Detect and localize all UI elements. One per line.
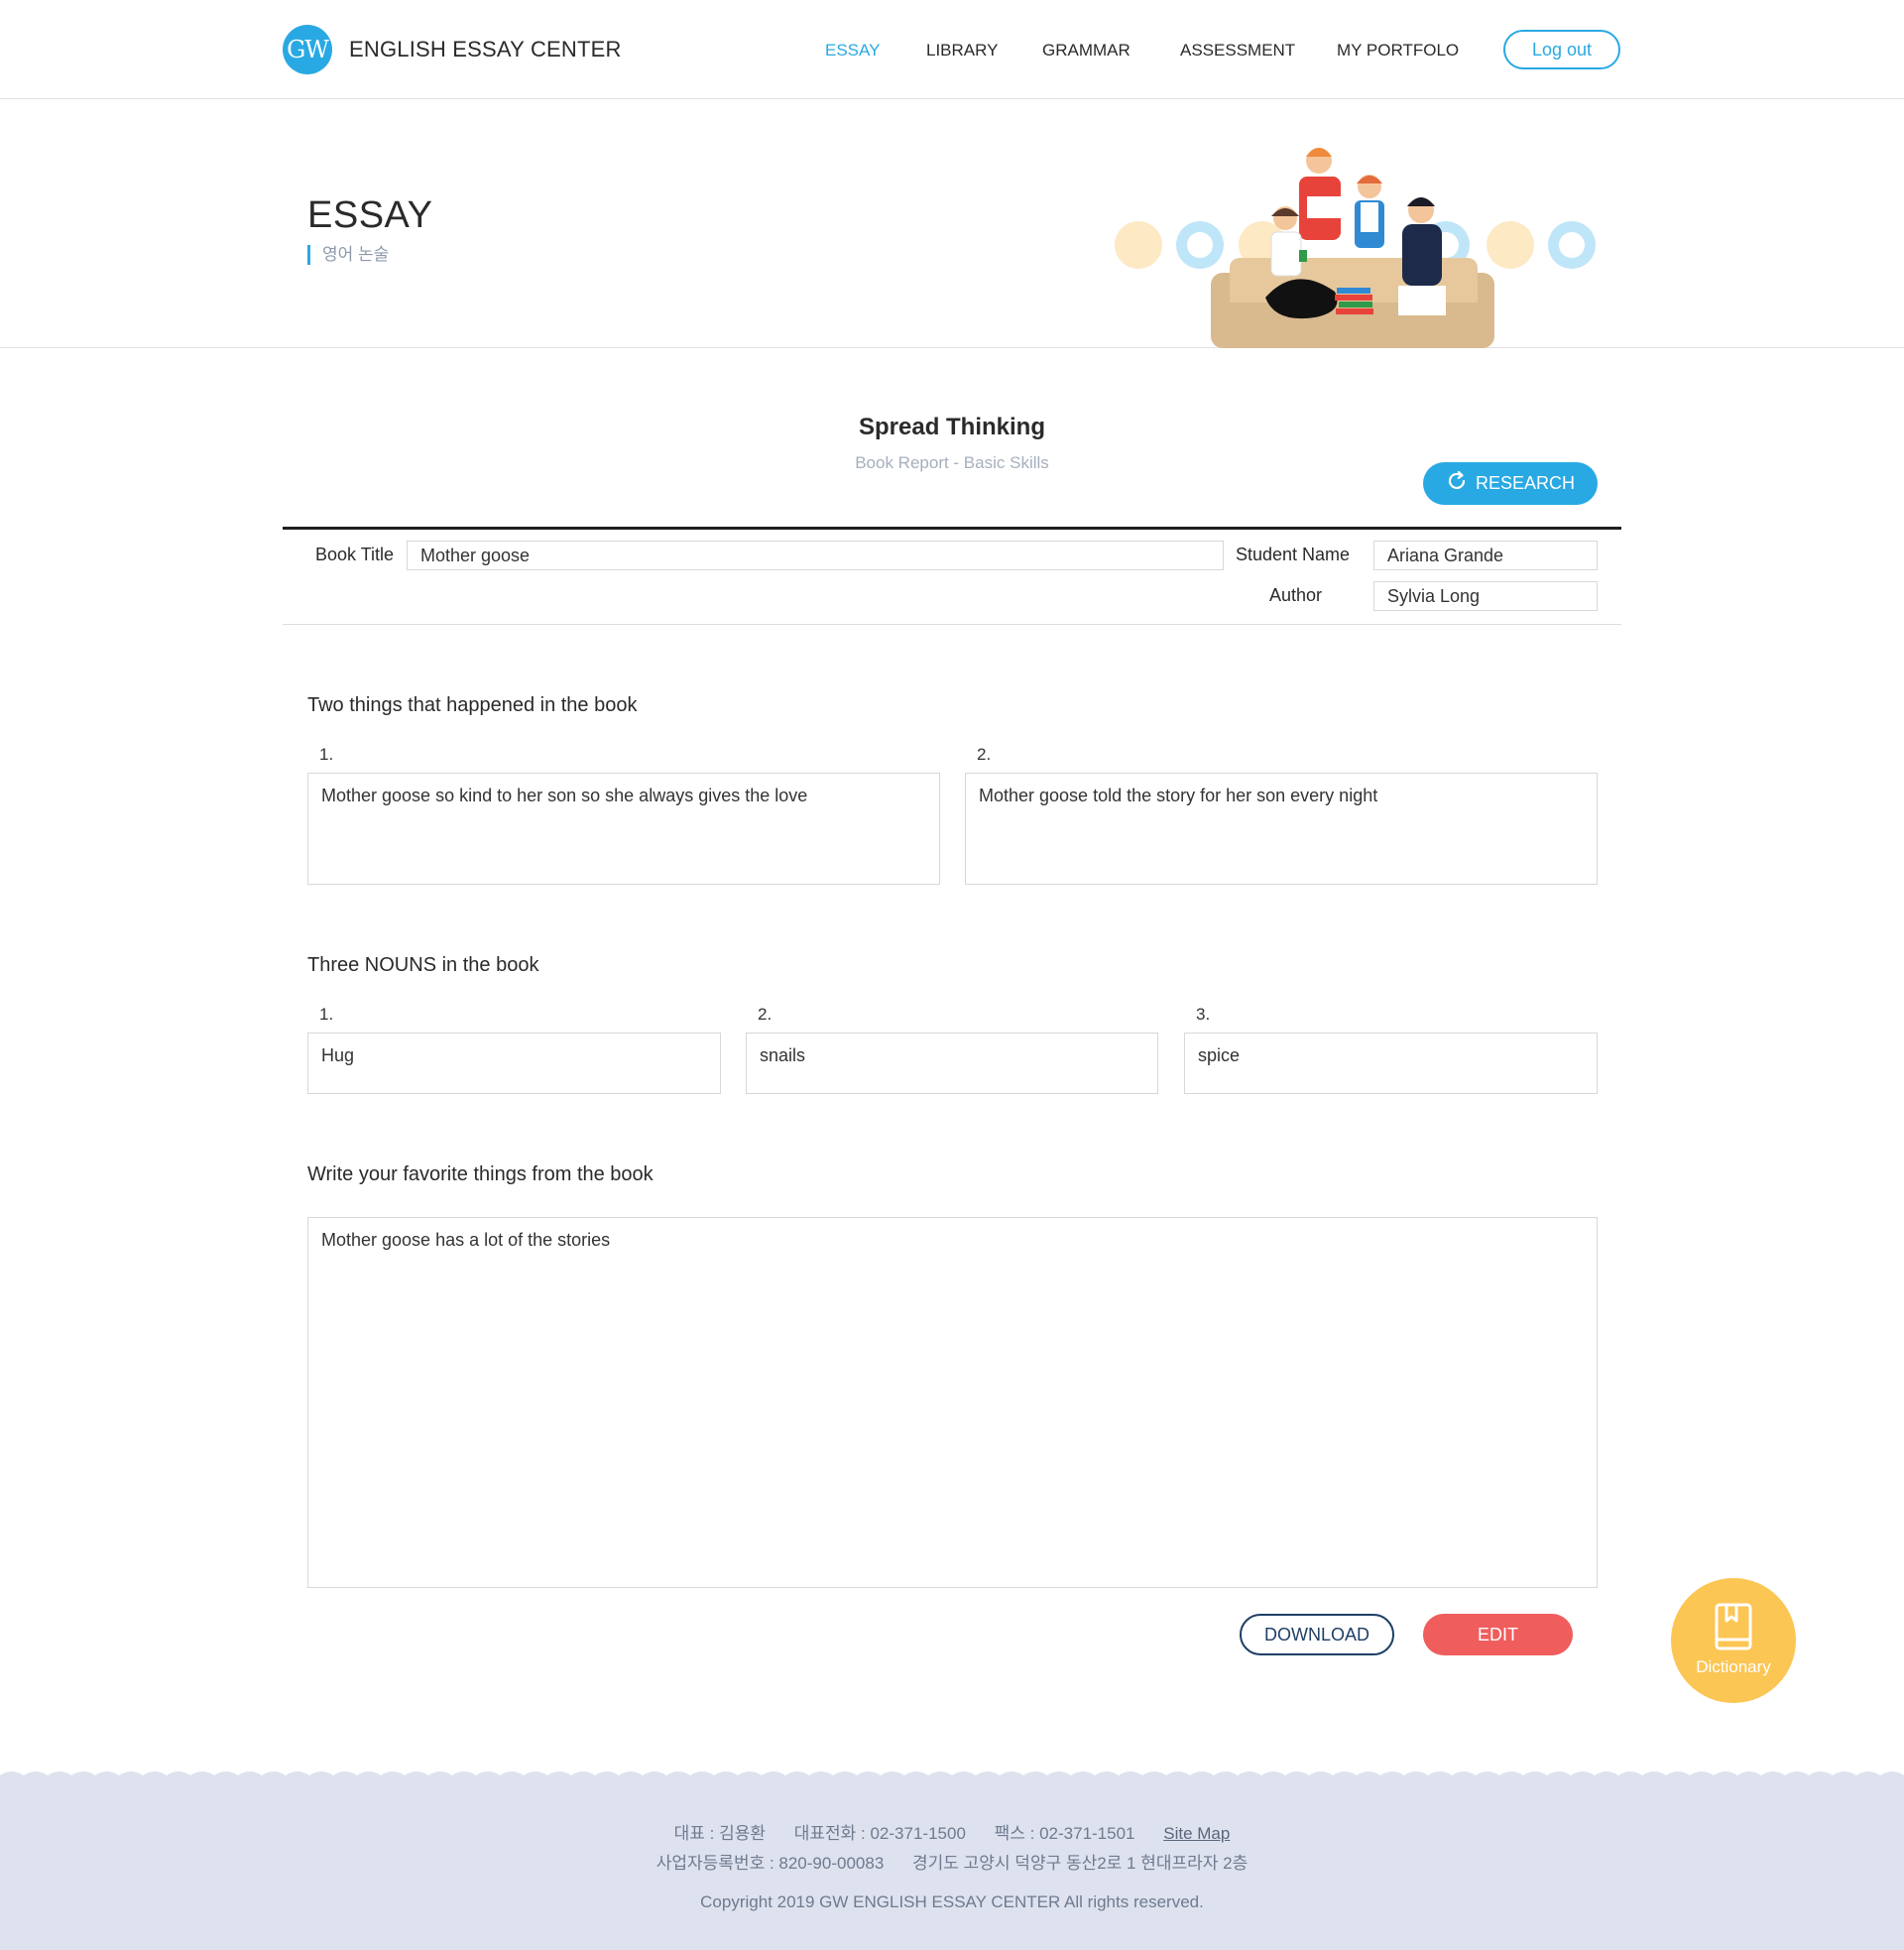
footer-business-line: 사업자등록번호 : 820-90-00083 경기도 고양시 덕양구 동산2로 …	[0, 1849, 1904, 1874]
author-field[interactable]: Sylvia Long	[1373, 581, 1598, 611]
gw-logo[interactable]: GW	[283, 25, 332, 74]
research-label: RESEARCH	[1475, 473, 1576, 493]
q2-item-1-input[interactable]: Hug	[307, 1033, 721, 1094]
logout-button[interactable]: Log out	[1503, 30, 1620, 69]
download-button[interactable]: DOWNLOAD	[1240, 1614, 1394, 1655]
hero-banner: ESSAY 영어 논술	[0, 99, 1904, 348]
form-top-divider	[283, 527, 1621, 530]
student-name-field[interactable]: Ariana Grande	[1373, 541, 1598, 570]
page-subtitle: 영어 논술	[307, 245, 389, 265]
research-button[interactable]: RESEARCH	[1423, 462, 1598, 505]
section-title: Spread Thinking	[858, 414, 1045, 440]
section-subtitle: Book Report - Basic Skills	[855, 453, 1049, 472]
footer-ceo: 대표 : 김용환	[673, 1824, 767, 1843]
q2-title: Three NOUNS in the book	[307, 954, 539, 976]
nav-assessment[interactable]: ASSESSMENT	[1180, 41, 1295, 61]
footer-copyright: Copyright 2019 GW ENGLISH ESSAY CENTER A…	[700, 1892, 1204, 1911]
nav-grammar[interactable]: GRAMMAR	[1042, 41, 1130, 61]
reading-group-illustration	[1115, 148, 1596, 348]
footer-fax: 팩스 : 02-371-1501	[994, 1824, 1135, 1843]
student-name-label: Student Name	[1236, 545, 1351, 564]
site-header: GW ENGLISH ESSAY CENTER ESSAY LIBRARY GR…	[0, 0, 1904, 99]
q2-item-3-input[interactable]: spice	[1184, 1033, 1598, 1094]
q1-item-1-textarea[interactable]: Mother goose so kind to her son so she a…	[307, 773, 940, 885]
q3-textarea[interactable]: Mother goose has a lot of the stories	[307, 1217, 1598, 1588]
q2-item-3-number: 3.	[1196, 1005, 1211, 1024]
footer-phone: 대표전화 : 02-371-1500	[793, 1824, 966, 1843]
book-icon	[1715, 1603, 1752, 1650]
q1-item-2-number: 2.	[977, 745, 992, 764]
book-title-label: Book Title	[315, 545, 395, 564]
footer-contact-line: 대표 : 김용환 대표전화 : 02-371-1500 팩스 : 02-371-…	[0, 1819, 1904, 1844]
q1-item-2-textarea[interactable]: Mother goose told the story for her son …	[965, 773, 1598, 885]
form-bottom-divider	[283, 624, 1621, 625]
site-footer: 대표 : 김용환 대표전화 : 02-371-1500 팩스 : 02-371-…	[0, 1775, 1904, 1950]
book-title-field[interactable]: Mother goose	[407, 541, 1224, 570]
q2-item-2-input[interactable]: snails	[746, 1033, 1158, 1094]
footer-biz-no: 사업자등록번호 : 820-90-00083	[655, 1854, 885, 1873]
sitemap-link[interactable]: Site Map	[1163, 1824, 1230, 1843]
refresh-icon	[1448, 470, 1466, 490]
brand-name[interactable]: ENGLISH ESSAY CENTER	[349, 37, 622, 62]
dictionary-label: Dictionary	[1696, 1657, 1771, 1676]
nav-essay[interactable]: ESSAY	[825, 41, 880, 61]
author-label: Author	[1269, 585, 1323, 605]
dictionary-button[interactable]: Dictionary	[1671, 1578, 1796, 1703]
edit-button[interactable]: EDIT	[1423, 1614, 1573, 1655]
page-title: ESSAY	[307, 194, 433, 236]
footer-address: 경기도 고양시 덕양구 동산2로 1 현대프라자 2층	[912, 1854, 1249, 1873]
q2-item-1-number: 1.	[319, 1005, 334, 1024]
q1-title: Two things that happened in the book	[307, 694, 638, 716]
nav-my-portfolio[interactable]: MY PORTFOLO	[1337, 41, 1459, 61]
nav-library[interactable]: LIBRARY	[926, 41, 998, 61]
q2-item-2-number: 2.	[758, 1005, 773, 1024]
q1-item-1-number: 1.	[319, 745, 334, 764]
q3-title: Write your favorite things from the book	[307, 1163, 654, 1185]
